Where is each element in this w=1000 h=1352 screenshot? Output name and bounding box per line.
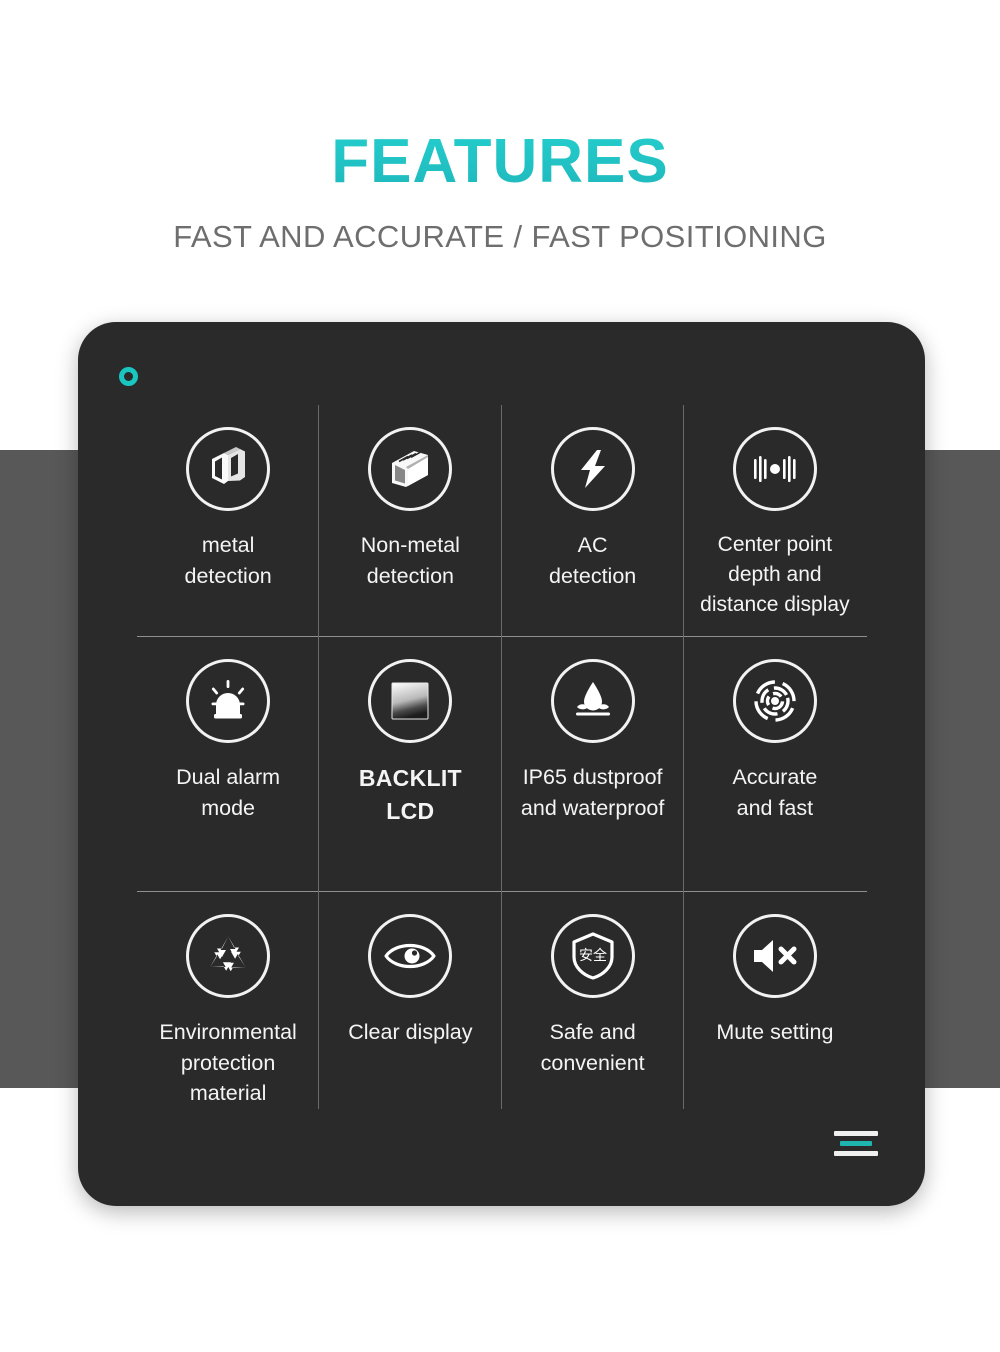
feature-label: Mute setting: [716, 1020, 834, 1044]
feature-cell-dual-alarm[interactable]: Dual alarm mode: [137, 637, 320, 892]
feature-label: metal detection: [184, 533, 272, 588]
feature-cell-ip65[interactable]: IP65 dustproof and waterproof: [501, 637, 685, 892]
bar-bottom: [834, 1151, 878, 1156]
shield-safety-icon: 安全: [550, 914, 635, 998]
feature-cell-safe-convenient[interactable]: 安全 Safe and convenient: [502, 892, 685, 1109]
feature-label: AC detection: [548, 533, 637, 588]
siren-alarm-icon: [186, 659, 271, 743]
mute-speaker-icon: [732, 914, 817, 998]
feature-cell-environmental[interactable]: Environmental protection material: [137, 892, 320, 1109]
features-grid: metal detection Non-metal detection AC d…: [137, 405, 868, 1109]
bar-top: [834, 1131, 878, 1136]
three-bar-decoration-icon: [834, 1131, 878, 1156]
bar-middle-accent: [840, 1141, 872, 1146]
features-card: metal detection Non-metal detection AC d…: [78, 322, 925, 1206]
page-header: FEATURES FAST AND ACCURATE / FAST POSITI…: [0, 0, 1000, 255]
page-subtitle: FAST AND ACCURATE / FAST POSITIONING: [173, 219, 827, 254]
center-point-bars-icon: [732, 427, 817, 511]
feature-cell-clear-display[interactable]: Clear display: [319, 892, 502, 1109]
recycle-icon: [186, 914, 271, 998]
feature-cell-metal-detection[interactable]: metal detection: [137, 405, 320, 637]
feature-cell-accurate-fast[interactable]: Accurate and fast: [683, 637, 868, 892]
feature-label: Accurate and fast: [732, 765, 818, 820]
feature-cell-center-point[interactable]: Center point depth and distance display: [683, 405, 868, 637]
feature-label: Non-metal detection: [360, 533, 460, 588]
feature-cell-non-metal-detection[interactable]: Non-metal detection: [319, 405, 502, 637]
lcd-screen-icon: [368, 659, 453, 743]
feature-label: Dual alarm mode: [176, 765, 281, 820]
feature-cell-backlit-lcd[interactable]: BACKLIT LCD: [319, 637, 502, 892]
metal-beam-icon: [186, 427, 271, 511]
shield-glyph-text: 安全: [579, 947, 607, 964]
water-drop-splash-icon: [550, 659, 635, 743]
feature-label: Environmental protection material: [159, 1020, 297, 1106]
page-title: FEATURES: [0, 0, 1000, 193]
feature-label: Clear display: [348, 1020, 473, 1044]
radar-target-icon: [732, 659, 817, 743]
feature-label: Center point depth and distance display: [700, 533, 850, 616]
feature-cell-mute-setting[interactable]: Mute setting: [684, 892, 866, 1109]
ring-decoration-icon: [119, 367, 138, 386]
feature-cell-ac-detection[interactable]: AC detection: [501, 405, 685, 637]
feature-label: BACKLIT LCD: [358, 765, 462, 824]
wood-plank-icon: [368, 427, 453, 511]
eye-icon: [368, 914, 453, 998]
feature-label: IP65 dustproof and waterproof: [520, 765, 665, 820]
feature-label: Safe and convenient: [540, 1020, 645, 1075]
lightning-bolt-icon: [550, 427, 635, 511]
